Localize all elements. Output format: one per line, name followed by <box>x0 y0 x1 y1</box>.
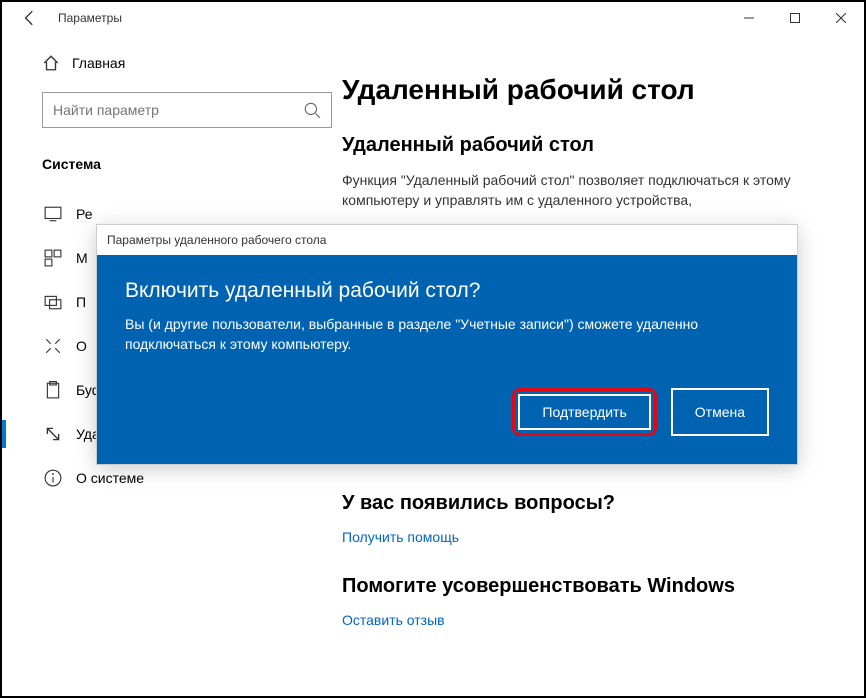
back-button[interactable] <box>10 2 50 34</box>
confirm-highlight: Подтвердить <box>512 388 656 436</box>
search-input[interactable] <box>53 102 303 118</box>
titlebar: Параметры <box>2 2 864 34</box>
project-icon <box>44 293 62 311</box>
dialog-body: Включить удаленный рабочий стол? Вы (и д… <box>97 255 797 464</box>
sidebar-item-label: М <box>76 250 88 266</box>
remote-desktop-icon <box>44 425 62 443</box>
home-link[interactable]: Главная <box>42 54 322 72</box>
dialog-text: Вы (и другие пользователи, выбранные в р… <box>125 315 769 354</box>
close-button[interactable] <box>818 2 864 34</box>
section-title: Удаленный рабочий стол <box>342 134 824 157</box>
confirmation-dialog: Параметры удаленного рабочего стола Вклю… <box>96 224 798 465</box>
dialog-titlebar: Параметры удаленного рабочего стола <box>97 225 797 255</box>
page-title: Удаленный рабочий стол <box>342 74 824 106</box>
window-controls <box>726 2 864 34</box>
section-description: Функция "Удаленный рабочий стол" позволя… <box>342 171 824 210</box>
shared-icon <box>44 337 62 355</box>
help-link[interactable]: Получить помощь <box>342 529 824 545</box>
maximize-button[interactable] <box>772 2 818 34</box>
settings-window: Параметры Главная Система Ре М <box>2 2 864 696</box>
search-icon <box>303 101 321 119</box>
search-input-wrap[interactable] <box>42 92 332 128</box>
window-title: Параметры <box>58 11 122 25</box>
improve-title: Помогите усовершенствовать Windows <box>342 575 824 598</box>
confirm-button[interactable]: Подтвердить <box>518 394 650 430</box>
dialog-buttons: Подтвердить Отмена <box>125 388 769 436</box>
minimize-button[interactable] <box>726 2 772 34</box>
feedback-link[interactable]: Оставить отзыв <box>342 612 824 628</box>
sidebar-item-label: О системе <box>76 470 144 486</box>
info-icon <box>44 469 62 487</box>
multitask-icon <box>44 249 62 267</box>
cancel-button[interactable]: Отмена <box>671 388 769 436</box>
sidebar-item-label: О <box>76 338 87 354</box>
home-label: Главная <box>72 55 125 71</box>
home-icon <box>42 54 60 72</box>
dialog-heading: Включить удаленный рабочий стол? <box>125 279 769 303</box>
clipboard-icon <box>44 381 62 399</box>
sidebar-item-label: П <box>76 294 86 310</box>
questions-title: У вас появились вопросы? <box>342 492 824 515</box>
section-heading: Система <box>42 156 322 172</box>
sidebar-item-label: Ре <box>76 206 93 222</box>
display-icon <box>44 205 62 223</box>
dialog-title: Параметры удаленного рабочего стола <box>107 233 326 247</box>
